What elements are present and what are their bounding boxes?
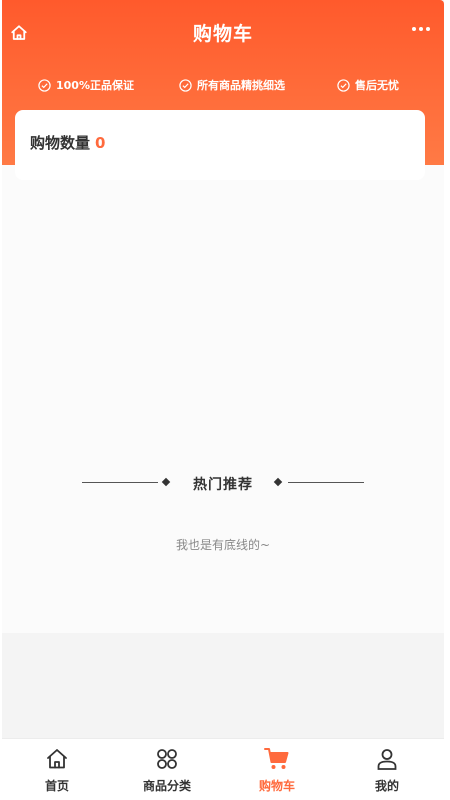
- tab-label: 商品分类: [142, 779, 191, 793]
- more-icon-dot: [419, 27, 423, 31]
- check-circle-icon: [38, 78, 51, 92]
- category-icon: [157, 749, 177, 769]
- divider-line-right: [288, 482, 364, 483]
- tab-mine[interactable]: 我的: [332, 739, 442, 800]
- tab-category-icon-wrap: [154, 746, 180, 772]
- cart-count-value: 0: [95, 134, 106, 152]
- cart-icon: [264, 748, 289, 769]
- more-button[interactable]: [412, 20, 430, 38]
- tab-category[interactable]: 商品分类: [112, 739, 222, 800]
- tab-home[interactable]: 首页: [2, 739, 112, 800]
- guarantee-label: 所有商品精挑细选: [197, 79, 285, 92]
- page-title: 购物车: [192, 23, 253, 45]
- tab-label: 我的: [374, 779, 399, 793]
- guarantee-item: 100%正品保证: [38, 77, 134, 93]
- check-circle-icon: [337, 78, 350, 92]
- side-gutter: [444, 0, 450, 800]
- guarantee-item: 售后无忧: [337, 77, 399, 93]
- more-icon: [412, 27, 416, 31]
- guarantee-item: 所有商品精挑细选: [179, 77, 285, 93]
- tab-bar: 首页 商品分类 购物车 我的: [2, 738, 444, 800]
- guarantee-bar: 100%正品保证 所有商品精挑细选 售后无忧: [2, 77, 444, 95]
- guarantee-label: 售后无忧: [355, 79, 399, 92]
- check-circle-icon: [179, 78, 192, 92]
- tab-cart[interactable]: 购物车: [222, 739, 332, 800]
- cart-content: 热门推荐 我也是有底线的~: [2, 165, 444, 633]
- tab-mine-icon-wrap: [374, 746, 400, 772]
- more-icon-dot: [426, 27, 430, 31]
- tab-label: 购物车: [258, 779, 295, 793]
- hot-recommend-title: 热门推荐: [193, 477, 253, 493]
- hot-recommend-divider: 热门推荐: [2, 474, 444, 493]
- bottom-note: 我也是有底线的~: [175, 538, 271, 552]
- tab-home-icon-wrap: [44, 746, 70, 772]
- tab-label: 首页: [44, 779, 69, 793]
- user-icon: [377, 749, 397, 770]
- cart-summary-card: 购物数量 0: [15, 110, 425, 180]
- cart-count-label: 购物数量: [30, 134, 91, 152]
- home-icon: [47, 749, 67, 769]
- guarantee-label: 100%正品保证: [56, 79, 134, 92]
- app-frame: 购物车 100%正品保证 所有商品精挑细选 售后无忧 热门推荐 我也是有底线的~…: [2, 0, 444, 800]
- cart-count: 购物数量 0: [30, 132, 105, 153]
- tab-cart-icon-wrap: [264, 746, 290, 772]
